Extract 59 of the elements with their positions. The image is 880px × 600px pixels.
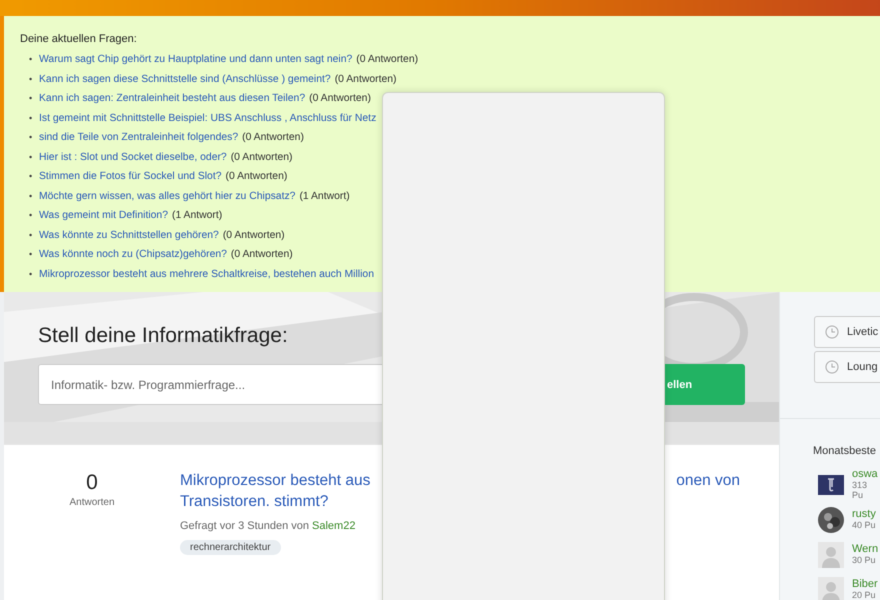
question-link[interactable]: sind die Teile von Zentraleinheit folgendes? bbox=[39, 132, 238, 143]
user-points: 20 Pu bbox=[852, 590, 877, 600]
bullet: • bbox=[29, 248, 34, 261]
question-title[interactable]: Transistoren. stimmt? bbox=[180, 493, 328, 510]
user-name[interactable]: oswa bbox=[852, 469, 880, 480]
answer-count: (0 Antworten) bbox=[222, 230, 285, 240]
question-link[interactable]: Stimmen die Fotos für Sockel und Slot? bbox=[39, 171, 222, 182]
answer-label: Antworten bbox=[69, 497, 115, 508]
answer-count: (0 Antworten) bbox=[230, 152, 293, 162]
question-meta: Gefragt vor 3 Stunden von bbox=[180, 520, 310, 532]
question-link[interactable]: Was gemeint mit Definition? bbox=[39, 210, 168, 221]
user-name[interactable]: rusty bbox=[852, 509, 876, 520]
bullet: • bbox=[29, 268, 34, 280]
tag[interactable]: rechnerarchitektur bbox=[180, 540, 281, 555]
user-points: 40 Pu bbox=[852, 520, 876, 530]
question-title[interactable]: Mikroprozessor besteht aus bbox=[180, 470, 370, 491]
answer-count: (1 Antwort) bbox=[172, 210, 222, 221]
user-points: 30 Pu bbox=[852, 555, 877, 565]
bullet: • bbox=[29, 72, 34, 86]
answer-count: (0 Antworten) bbox=[230, 249, 293, 260]
notice-heading: Deine aktuellen Fragen: bbox=[20, 33, 138, 45]
bullet: • bbox=[29, 150, 34, 164]
hero-title: Stell deine Informatikfrage: bbox=[38, 324, 289, 348]
bullet: • bbox=[29, 53, 34, 66]
bullet: • bbox=[29, 209, 34, 222]
sidebar-heading: Monatsbeste bbox=[812, 444, 877, 457]
bullet: • bbox=[29, 131, 34, 144]
user-name[interactable]: Wern bbox=[852, 544, 878, 555]
clock-icon bbox=[825, 325, 839, 339]
answer-number: 0 bbox=[86, 471, 98, 495]
bullet: • bbox=[29, 112, 34, 124]
user-name[interactable]: Biber bbox=[852, 579, 878, 590]
question-link[interactable]: Möchte gern wissen, was alles gehört hier zu Chipsatz? bbox=[39, 190, 296, 202]
question-link[interactable]: Ist gemeint mit Schnittstelle Beispiel: UBS Anschluss , Anschluss für Netz bbox=[39, 112, 376, 124]
question-link[interactable]: Kann ich sagen diese Schnittstelle sind (Anschlüsse ) gemeint? bbox=[39, 74, 331, 84]
answer-count: (0 Antworten) bbox=[242, 132, 304, 143]
question-link[interactable]: Mikroprozessor besteht aus mehrere Schaltkreise, bestehen auch Million bbox=[39, 268, 374, 280]
bullet: • bbox=[29, 190, 34, 202]
bullet: • bbox=[29, 92, 34, 105]
clock-icon bbox=[825, 360, 839, 374]
question-link[interactable]: Warum sagt Chip gehört zu Hauptplatine und dann unten sagt nein? bbox=[39, 54, 352, 65]
answer-count: (0 Antworten) bbox=[309, 93, 371, 104]
chat-button[interactable]: Loung bbox=[814, 351, 880, 383]
answer-count: (0 Antworten) bbox=[226, 171, 288, 182]
answer-count: (1 Antwort) bbox=[299, 190, 350, 202]
user-points: 313 Pu bbox=[852, 480, 868, 500]
question-link[interactable]: Kann ich sagen: Zentraleinheit besteht aus diesen Teilen? bbox=[39, 93, 306, 104]
question-link[interactable]: Was könnte noch zu (Chipsatz)gehören? bbox=[39, 249, 227, 260]
question-title[interactable]: onen von bbox=[676, 470, 740, 491]
avatar-photo bbox=[818, 506, 844, 532]
bullet: • bbox=[29, 170, 34, 183]
author-link[interactable]: Salem22 bbox=[312, 520, 356, 532]
answer-count: (0 Antworten) bbox=[356, 54, 418, 65]
question-link[interactable]: Hier ist : Slot und Socket dieselbe, oder? bbox=[39, 152, 227, 162]
answer-count: (0 Antworten) bbox=[334, 74, 396, 84]
chat-button[interactable]: Livetic bbox=[814, 316, 880, 348]
avatar-placeholder bbox=[818, 542, 844, 568]
question-link[interactable]: Was könnte zu Schnittstellen gehören? bbox=[39, 230, 219, 240]
bullet: • bbox=[29, 228, 34, 242]
